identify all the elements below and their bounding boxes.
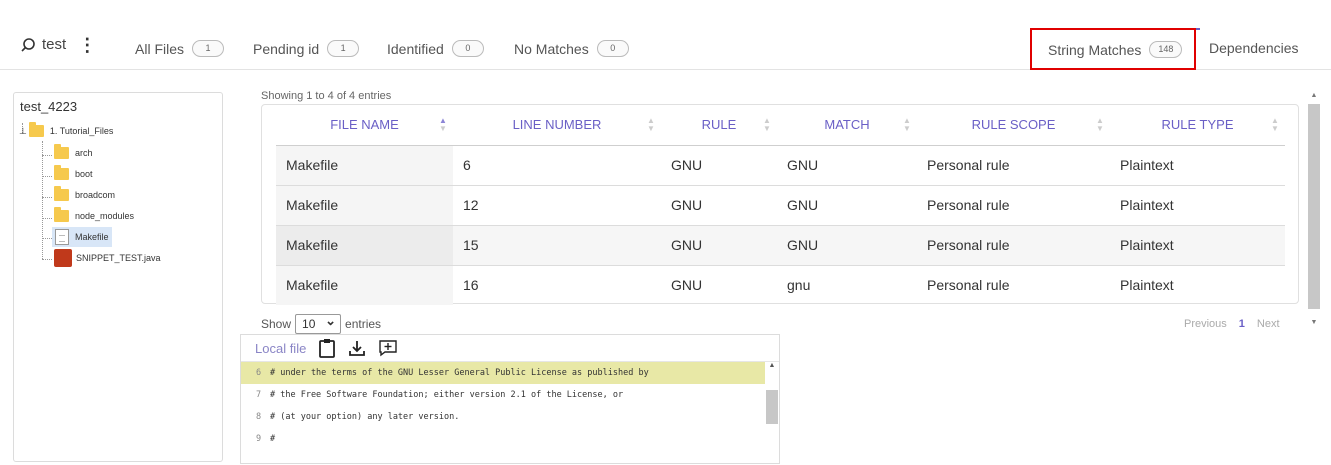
file-icon [55,229,69,245]
add-comment-icon[interactable] [378,339,398,357]
tree-item-makefile[interactable]: Makefile [52,227,112,247]
code-lines: 6 # under the terms of the GNU Lesser Gen… [241,362,765,450]
search-icon [21,37,35,52]
code-line: 8 # (at your option) any later version. [256,412,460,422]
file-tree: test_4223 ⊥ 1. Tutorial_Files arch boot … [13,92,223,462]
scroll-up-icon[interactable]: ▲ [765,362,779,374]
scroll-down-icon[interactable]: ▼ [1307,319,1321,331]
count-badge: 1 [327,40,360,57]
count-badge: 0 [596,40,629,57]
code-line: 6 # under the terms of the GNU Lesser Gen… [241,362,765,384]
next-button[interactable]: Next [1257,318,1280,330]
table-row[interactable]: Makefile 16 GNU gnu Personal rule Plaint… [276,265,1285,305]
sort-icon: ▲ ▼ [763,116,771,133]
sort-icon: ▲ ▼ [1271,116,1279,133]
previous-button[interactable]: Previous [1184,318,1227,330]
tab-dependencies[interactable]: Dependencies [1209,40,1299,56]
code-scrollbar[interactable]: ▲ [765,362,779,465]
count-badge: 1 [192,40,225,57]
col-rule-type[interactable]: RULE TYPE ▲ ▼ [1110,105,1285,146]
sort-icon: ▲ ▼ [1096,116,1104,133]
folder-icon [54,207,69,222]
pagination: Previous 1 Next [1184,318,1280,330]
code-viewer-title: Local file [255,340,307,356]
collapse-icon[interactable]: ⊥ [19,126,27,137]
tab-no-matches[interactable]: No Matches 0 [514,40,629,57]
col-line-number[interactable]: LINE NUMBER ▲ ▼ [453,105,661,146]
count-badge: 0 [451,40,484,57]
sort-icon: ▲ ▼ [647,116,655,133]
table-scrollbar[interactable]: ▲ ▼ [1307,92,1321,332]
top-tab-bar: test ⋮ All Files 1 Pending id 1 Identifi… [0,28,1331,70]
project-selector[interactable]: test ⋮ [20,36,96,54]
tree-item-arch[interactable]: arch [54,144,93,159]
folder-icon [54,186,69,201]
tree-item-snippet-test[interactable]: SNIPPET_TEST.java [54,249,161,267]
folder-icon [54,144,69,159]
tab-all-files[interactable]: All Files 1 [135,40,225,57]
project-name: test [42,36,67,53]
table-info: Showing 1 to 4 of 4 entries [261,90,392,102]
code-viewer-header: Local file [241,335,779,362]
tab-pending-id[interactable]: Pending id 1 [253,40,360,57]
string-matches-table: FILE NAME ▲ ▼ LINE NUMBER ▲ ▼ RULE ▲ ▼ MATCH ▲ ▼… [261,104,1299,305]
folder-icon [54,165,69,180]
col-match[interactable]: MATCH ▲ ▼ [777,105,917,146]
table-row[interactable]: Makefile 6 GNU GNU Personal rule Plainte… [276,145,1285,186]
col-rule[interactable]: RULE ▲ ▼ [661,105,777,146]
table-row[interactable]: Makefile 15 GNU GNU Personal rule Plaint… [276,225,1285,266]
tree-item-boot[interactable]: boot [54,165,93,180]
scroll-up-icon[interactable]: ▲ [1307,92,1321,104]
folder-icon [28,122,44,137]
sort-icon: ▲ ▼ [439,116,447,133]
code-line: 9 # [256,434,276,444]
page-size-select[interactable]: 10 [295,312,342,334]
scroll-thumb[interactable] [766,390,778,424]
tree-root[interactable]: test_4223 [20,99,77,114]
highlight-box [1030,28,1196,70]
code-line: 7 # the Free Software Foundation; either … [256,390,624,400]
tree-item-broadcom[interactable]: broadcom [54,186,115,201]
table-header-row: FILE NAME ▲ ▼ LINE NUMBER ▲ ▼ RULE ▲ ▼ MATCH ▲ ▼… [276,105,1285,146]
code-viewer: Local file 6 # under the terms of the GNU… [240,334,780,464]
sort-icon: ▲ ▼ [903,116,911,133]
tab-identified[interactable]: Identified 0 [387,40,484,57]
scroll-thumb[interactable] [1308,104,1320,309]
col-rule-scope[interactable]: RULE SCOPE ▲ ▼ [917,105,1110,146]
page-1-button[interactable]: 1 [1239,318,1245,330]
download-icon[interactable] [348,339,366,357]
tree-item-node-modules[interactable]: node_modules [54,207,134,222]
more-options-icon[interactable]: ⋮ [78,36,96,54]
page-size-control: Show 10 entries [261,312,381,334]
clipboard-icon[interactable] [318,338,336,358]
col-file-name[interactable]: FILE NAME ▲ ▼ [276,105,453,146]
tree-folder-tutorial-files[interactable]: ⊥ 1. Tutorial_Files [19,122,113,137]
table-row[interactable]: Makefile 12 GNU GNU Personal rule Plaint… [276,185,1285,226]
java-file-icon [54,249,72,267]
